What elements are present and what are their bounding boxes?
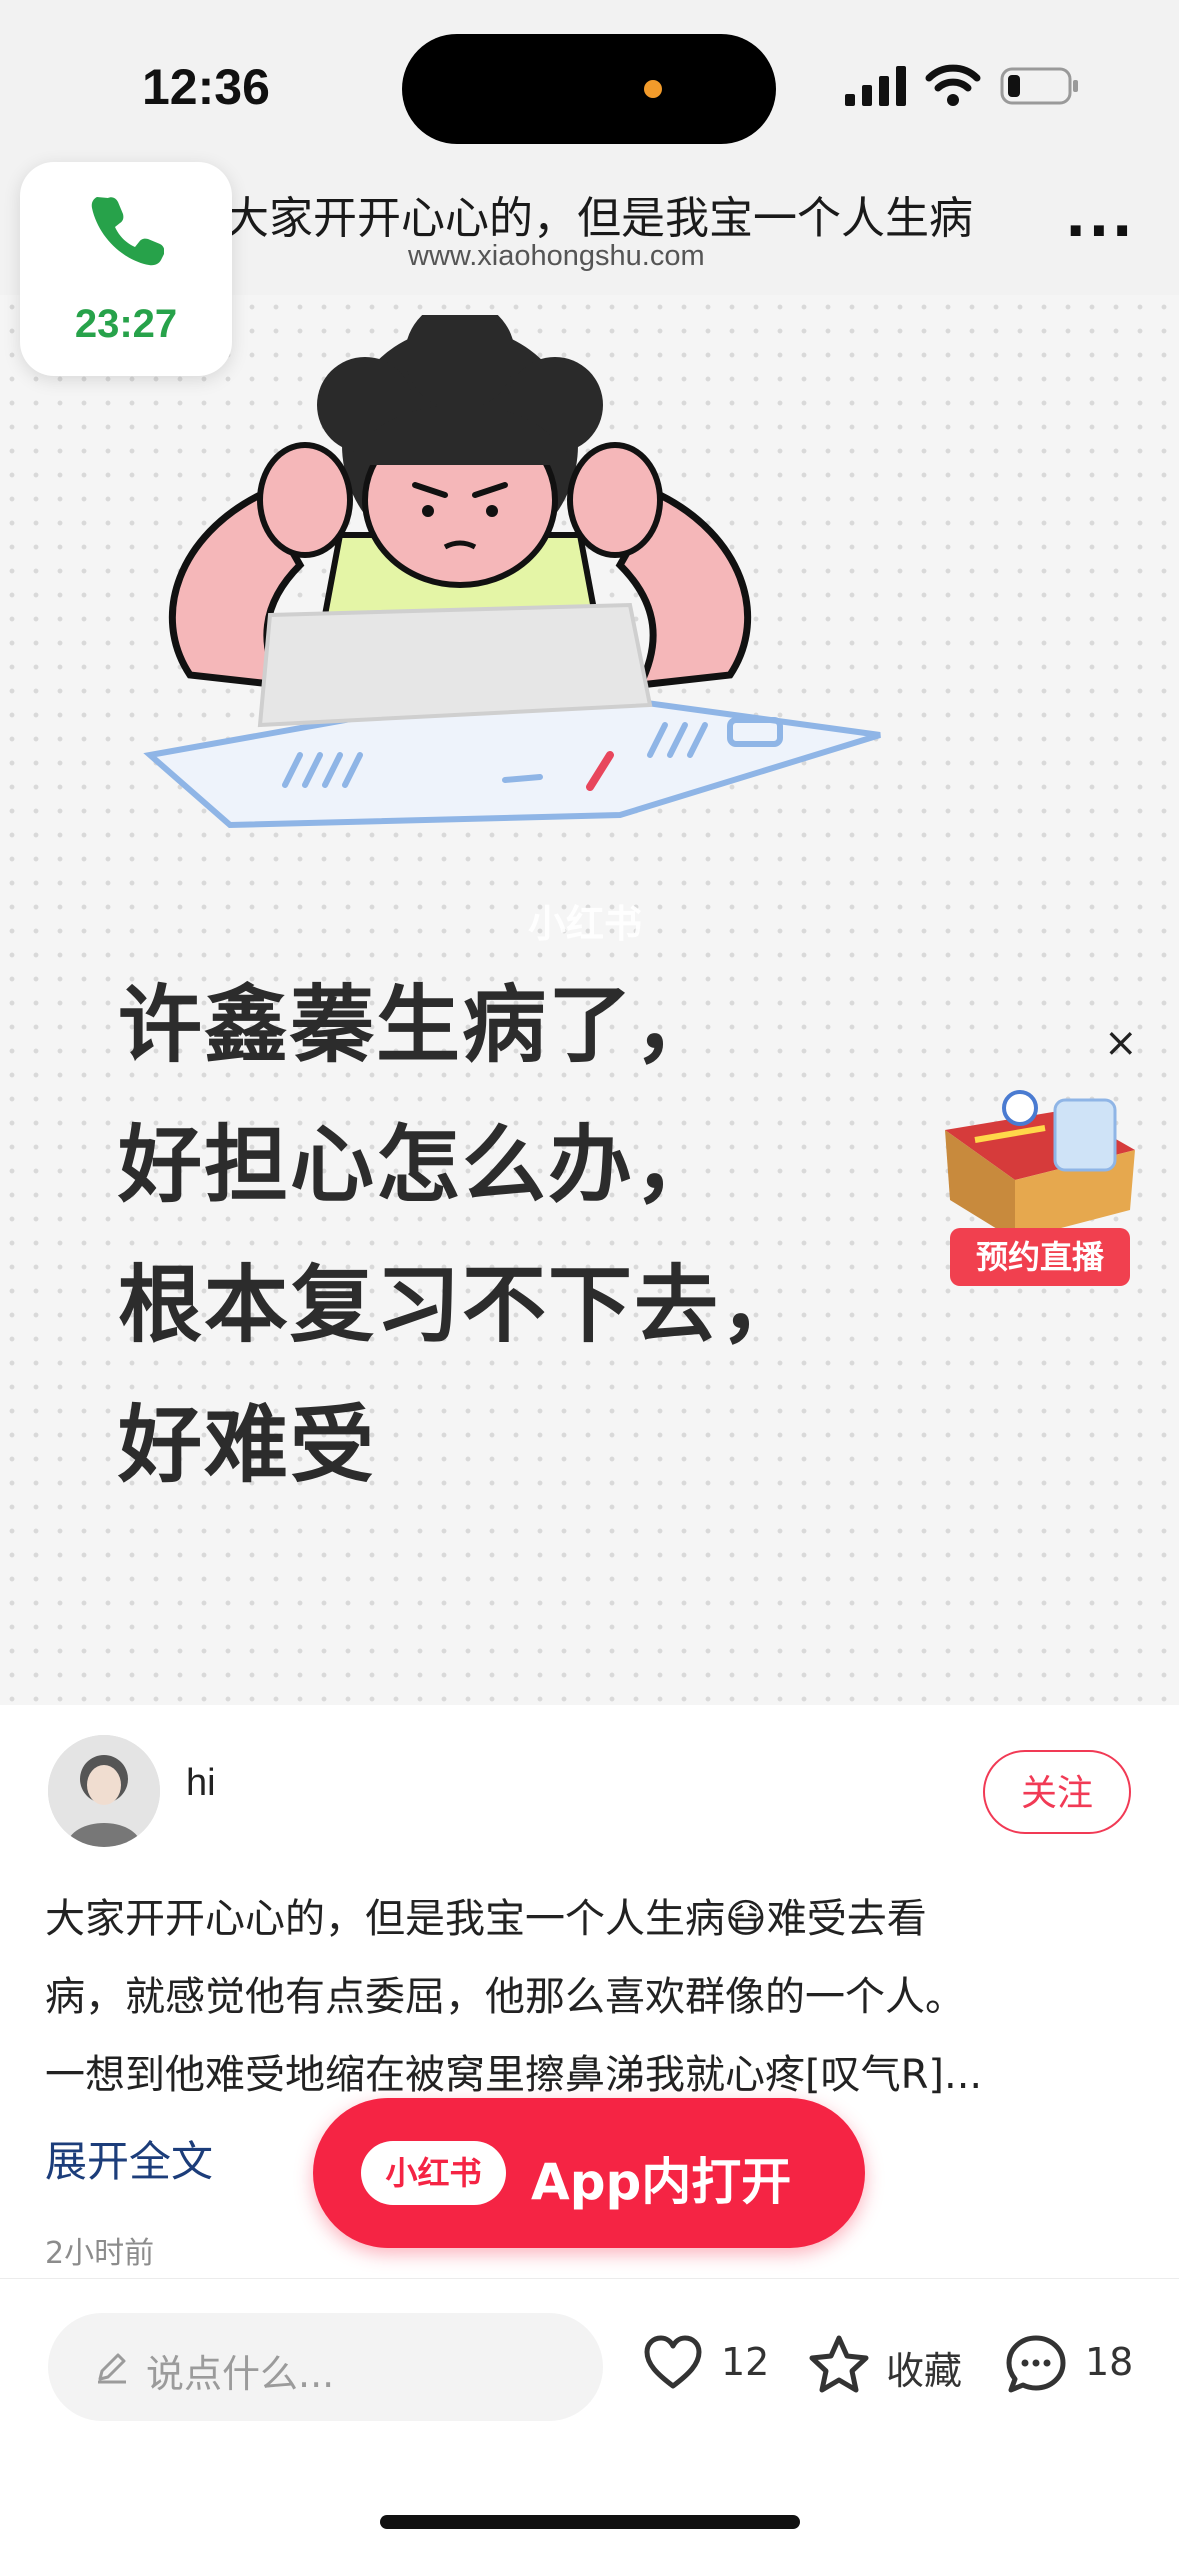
more-menu-button[interactable]: ... [1065, 185, 1135, 250]
ad-close-button[interactable]: × [1104, 1020, 1138, 1066]
caption-highlight: 许鑫蓁 [118, 976, 377, 1074]
call-status-pill[interactable]: 23:27 [20, 162, 232, 376]
star-icon [809, 2335, 869, 2393]
comment-count: 18 [1085, 2340, 1134, 2384]
collect-button[interactable]: 收藏 [808, 2330, 968, 2400]
caption-line-1-rest: 生病了， [376, 976, 721, 1074]
phone-icon [91, 197, 164, 266]
author-name[interactable]: hi [186, 1762, 216, 1805]
avatar-image [48, 1735, 160, 1847]
home-indicator[interactable] [380, 2515, 800, 2529]
battery-icon [1000, 67, 1078, 105]
heart-icon [644, 2335, 702, 2389]
wifi-icon [925, 64, 981, 106]
live-reservation-badge[interactable]: 预约直播 [950, 1228, 1130, 1286]
comment-bubble-icon [1006, 2335, 1066, 2393]
author-avatar[interactable] [48, 1735, 160, 1847]
cellular-signal-icon [845, 66, 906, 106]
collect-label: 收藏 [886, 2349, 963, 2393]
post-body: 大家开开心心的，但是我宝一个人生病😷难受去看 病，就感觉他有点委屈，他那么喜欢群… [45, 1880, 1145, 2114]
caption-line-3: 根本复习不下去， [118, 1256, 807, 1354]
pencil-icon [98, 2353, 126, 2384]
xiaohongshu-watermark: 小红书 [528, 902, 643, 946]
caption-line-1: 许鑫蓁生病了， [118, 955, 806, 1095]
post-body-line-1: 大家开开心心的，但是我宝一个人生病😷难受去看 [45, 1896, 927, 1942]
caption-line-2: 好担心怎么办， [118, 1116, 721, 1214]
caption-line-4: 好难受 [118, 1396, 377, 1494]
mic-indicator [644, 80, 662, 98]
comment-placeholder: 说点什么... [146, 2352, 335, 2396]
page-url[interactable]: www.xiaohongshu.com [408, 240, 705, 273]
post-image[interactable]: 小红书 许鑫蓁生病了， 好担心怎么办， 根本复习不下去， 好难受 [0, 295, 1179, 1705]
expand-full-text-link[interactable]: 展开全文 [45, 2128, 213, 2189]
stressed-girl-illustration [143, 315, 881, 829]
post-time: 2小时前 [45, 2236, 155, 2271]
like-count: 12 [721, 2340, 770, 2384]
like-button[interactable]: 12 [643, 2330, 769, 2400]
follow-button[interactable]: 关注 [983, 1750, 1131, 1834]
status-time: 12:36 [142, 59, 270, 115]
comment-button[interactable]: 18 [1005, 2330, 1145, 2400]
open-in-app-label: App内打开 [531, 2153, 792, 2211]
xiaohongshu-logo: 小红书 [361, 2141, 506, 2205]
call-duration: 23:27 [74, 302, 178, 346]
page-title[interactable]: 大家开开心心的，但是我宝一个人生病 [225, 182, 1015, 242]
post-body-line-2: 病，就感觉他有点委屈，他那么喜欢群像的一个人。 [45, 1974, 965, 2020]
bottom-divider [0, 2278, 1179, 2279]
comment-input[interactable]: 说点什么... [48, 2313, 603, 2421]
open-in-app-button[interactable]: 小红书 App内打开 [313, 2098, 865, 2248]
image-caption: 许鑫蓁生病了， 好担心怎么办， 根本复习不下去， 好难受 [118, 955, 806, 1515]
dynamic-island [402, 34, 776, 144]
world-cup-gift-box-icon[interactable] [935, 1090, 1145, 1240]
